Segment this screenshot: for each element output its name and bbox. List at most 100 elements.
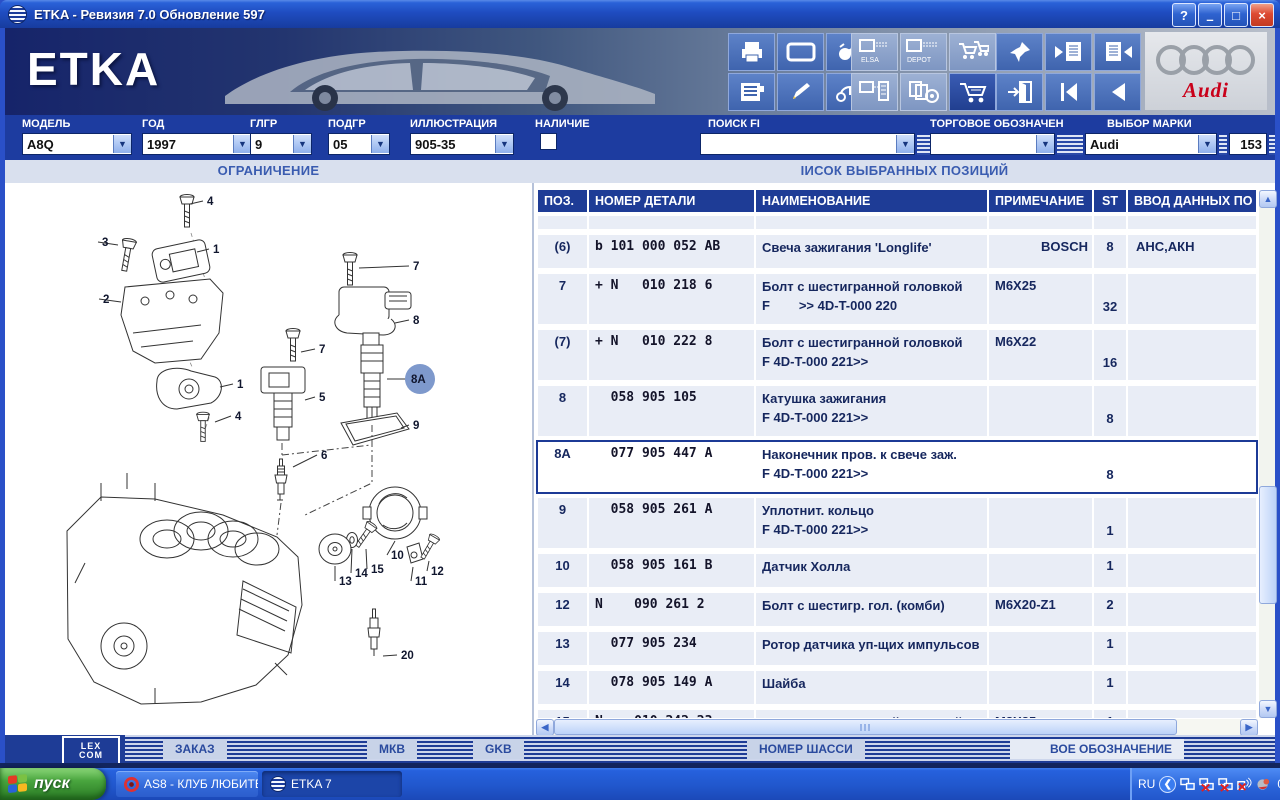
tray-connection2-disconnected-icon[interactable] bbox=[1218, 777, 1233, 792]
brand-select-label: ВЫБОР МАРКИ bbox=[1085, 118, 1217, 130]
chevron-down-icon[interactable]: ▼ bbox=[233, 135, 251, 153]
chevron-down-icon[interactable]: ▼ bbox=[371, 135, 389, 153]
chevron-down-icon[interactable]: ▼ bbox=[293, 135, 311, 153]
diagram-callout-3[interactable]: 3 bbox=[102, 237, 108, 249]
diagram-callout-4[interactable]: 4 bbox=[235, 411, 242, 423]
print-button[interactable] bbox=[728, 33, 775, 71]
carts-button[interactable] bbox=[949, 33, 996, 71]
table-row[interactable]: 13 077 905 234Ротор датчика уп-щих импул… bbox=[536, 630, 1258, 667]
year-combo[interactable]: 1997▼ bbox=[142, 133, 252, 155]
pin-button[interactable] bbox=[996, 33, 1043, 71]
maximize-button[interactable]: □ bbox=[1224, 3, 1248, 27]
task-browser-button[interactable]: AS8 - КЛУБ ЛЮБИТЕ... bbox=[116, 771, 258, 797]
horizontal-scrollbar[interactable]: ◀ ▶ bbox=[536, 719, 1258, 735]
availability-checkbox[interactable] bbox=[540, 133, 557, 150]
edit-pencil-button[interactable] bbox=[777, 73, 824, 111]
close-button[interactable]: × bbox=[1250, 3, 1274, 27]
minimize-button[interactable]: – bbox=[1198, 3, 1222, 27]
elsa-button[interactable]: ELSA bbox=[851, 33, 898, 71]
tray-wireless-disconnected-icon[interactable] bbox=[1237, 777, 1252, 792]
language-indicator[interactable]: RU bbox=[1138, 777, 1155, 791]
diagram-callout-1[interactable]: 1 bbox=[213, 244, 220, 256]
back-button[interactable] bbox=[1094, 73, 1141, 111]
next-illustration-button[interactable] bbox=[1094, 33, 1141, 71]
table-row[interactable]: 12N 090 261 2Болт с шестигр. гол. (комби… bbox=[536, 591, 1258, 628]
cell-part-number: N 090 261 2 bbox=[589, 593, 754, 626]
illustration-panel[interactable]: 4312788A97514610151413111220 bbox=[5, 183, 534, 735]
illustration-combo[interactable]: 905-35▼ bbox=[410, 133, 514, 155]
table-row[interactable]: 8 058 905 105Катушка зажигания F 4D-T-00… bbox=[536, 384, 1258, 438]
title-bar: ETKA - Ревизия 7.0 Обновление 597 ? – □ … bbox=[0, 0, 1280, 28]
collapse-tray-icon[interactable]: ❮ bbox=[1159, 776, 1176, 793]
parts-list-button[interactable] bbox=[728, 73, 775, 111]
diagram-callout-13[interactable]: 13 bbox=[339, 576, 352, 588]
task-etka-button[interactable]: ETKA 7 bbox=[262, 771, 402, 797]
diagram-callout-12[interactable]: 12 bbox=[431, 566, 444, 578]
table-row[interactable]: 15N 010 242 23Болт с шестигранной головк… bbox=[536, 708, 1258, 718]
chevron-down-icon[interactable]: ▼ bbox=[1198, 135, 1216, 153]
scroll-down-icon[interactable]: ▼ bbox=[1259, 700, 1277, 718]
diagram-callout-7[interactable]: 7 bbox=[413, 261, 419, 273]
scroll-right-icon[interactable]: ▶ bbox=[1240, 719, 1258, 736]
diagram-callout-7[interactable]: 7 bbox=[319, 344, 325, 356]
diagram-callout-15[interactable]: 15 bbox=[371, 564, 384, 576]
monitor-document-button[interactable] bbox=[851, 73, 898, 111]
chevron-down-icon[interactable]: ▼ bbox=[896, 135, 914, 153]
model-combo[interactable]: A8Q▼ bbox=[22, 133, 132, 155]
tray-connection-disconnected-icon[interactable] bbox=[1199, 777, 1214, 792]
main-area: 4312788A97514610151413111220 ПОЗ. НОМЕР … bbox=[5, 183, 1275, 737]
chassis-number-button[interactable]: НОМЕР ШАССИ bbox=[747, 739, 865, 759]
vertical-scrollbar[interactable]: ▲ ▼ bbox=[1259, 190, 1275, 718]
diagram-callout-14[interactable]: 14 bbox=[355, 568, 368, 580]
diagram-callout-8A[interactable]: 8A bbox=[411, 374, 426, 386]
table-row[interactable]: 8A 077 905 447 AНаконечник пров. к свече… bbox=[536, 440, 1258, 494]
diagram-callout-1[interactable]: 1 bbox=[237, 379, 244, 391]
diagram-callout-2[interactable]: 2 bbox=[103, 294, 109, 306]
diagram-callout-20[interactable]: 20 bbox=[401, 650, 414, 662]
main-group-combo[interactable]: 9▼ bbox=[250, 133, 312, 155]
chevron-down-icon[interactable]: ▼ bbox=[113, 135, 131, 153]
diagram-callout-11[interactable]: 11 bbox=[415, 576, 428, 588]
previous-illustration-button[interactable] bbox=[1045, 33, 1092, 71]
table-row[interactable]: (6)b 101 000 052 ABСвеча зажигания 'Long… bbox=[536, 233, 1258, 270]
scroll-up-icon[interactable]: ▲ bbox=[1259, 190, 1277, 208]
table-row[interactable]: 10 058 905 161 BДатчик Холла1 bbox=[536, 552, 1258, 589]
start-button[interactable]: пуск bbox=[0, 768, 106, 800]
gkb-button[interactable]: GKB bbox=[473, 739, 524, 759]
table-row[interactable]: 7+ N 010 218 6Болт с шестигранной головк… bbox=[536, 272, 1258, 326]
vertical-scroll-thumb[interactable] bbox=[1259, 486, 1277, 604]
search-fi-combo[interactable]: ▼ bbox=[700, 133, 915, 155]
first-record-button[interactable] bbox=[1045, 73, 1092, 111]
exit-button[interactable] bbox=[996, 73, 1043, 111]
diagram-callout-9[interactable]: 9 bbox=[413, 420, 419, 432]
diagram-callout-4[interactable]: 4 bbox=[207, 196, 214, 208]
cell-part-number bbox=[589, 216, 754, 229]
diagram-callout-6[interactable]: 6 bbox=[321, 450, 327, 462]
depot-button[interactable]: DEPOT bbox=[900, 33, 947, 71]
order-button[interactable]: ЗАКАЗ bbox=[163, 739, 227, 759]
tray-security-icon[interactable] bbox=[1256, 777, 1271, 792]
diagram-callout-10[interactable]: 10 bbox=[391, 550, 404, 562]
documents-wheel-button[interactable] bbox=[900, 73, 947, 111]
cell-part-number: 058 905 161 B bbox=[589, 554, 754, 587]
brand-select-combo[interactable]: Audi▼ bbox=[1085, 133, 1217, 155]
help-button[interactable]: ? bbox=[1172, 3, 1196, 27]
table-row[interactable]: (7)+ N 010 222 8Болт с шестигранной голо… bbox=[536, 328, 1258, 382]
horizontal-scroll-thumb[interactable] bbox=[554, 719, 1177, 735]
type-designation-button[interactable]: ВОЕ ОБОЗНАЧЕНИЕ bbox=[1010, 739, 1184, 759]
mkb-button[interactable]: МКВ bbox=[367, 739, 417, 759]
tray-network-icon[interactable] bbox=[1180, 777, 1195, 792]
cell-name: Болт с шестигранной головкой bbox=[756, 710, 987, 718]
etka-app-icon bbox=[8, 5, 27, 24]
chevron-down-icon[interactable]: ▼ bbox=[495, 135, 513, 153]
table-row[interactable]: 14 078 905 149 AШайба1 bbox=[536, 669, 1258, 706]
table-row[interactable]: 9 058 905 261 AУплотнит. кольцо F 4D-T-0… bbox=[536, 496, 1258, 550]
scroll-left-icon[interactable]: ◀ bbox=[536, 719, 554, 736]
diagram-callout-5[interactable]: 5 bbox=[319, 392, 326, 404]
sub-group-combo[interactable]: 05▼ bbox=[328, 133, 390, 155]
trade-designation-combo[interactable]: ▼ bbox=[930, 133, 1055, 155]
diagram-callout-8[interactable]: 8 bbox=[413, 315, 420, 327]
chevron-down-icon[interactable]: ▼ bbox=[1036, 135, 1054, 153]
shopping-cart-button[interactable] bbox=[949, 73, 996, 111]
frame-select-button[interactable] bbox=[777, 33, 824, 71]
